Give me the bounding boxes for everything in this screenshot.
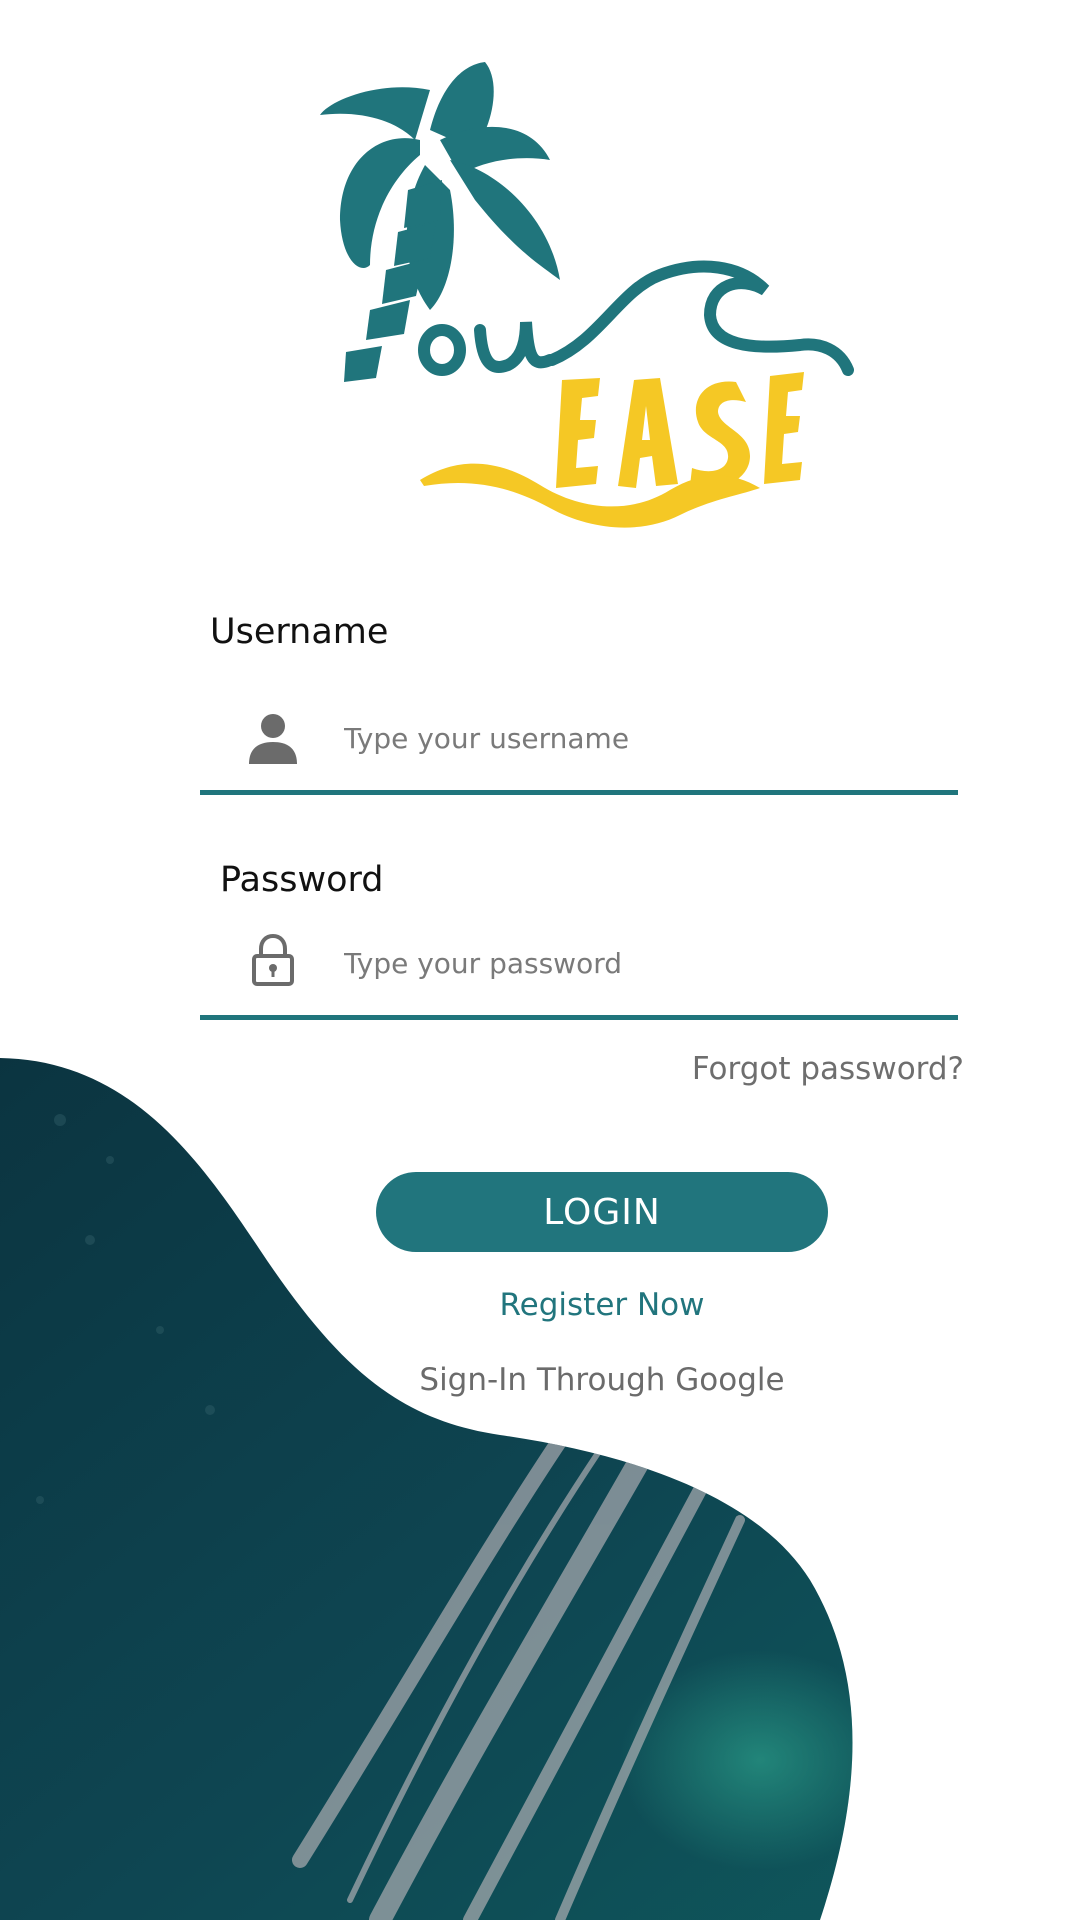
username-input[interactable] xyxy=(344,708,924,768)
user-icon xyxy=(249,714,297,764)
forgot-password-link[interactable]: Forgot password? xyxy=(692,1051,964,1087)
password-field[interactable] xyxy=(200,915,958,1020)
login-screen: Username Password Forgot password? LOGIN… xyxy=(0,0,1080,1920)
lock-icon xyxy=(252,933,294,986)
palm-tree-logo xyxy=(320,62,854,528)
google-signin-link[interactable]: Sign-In Through Google xyxy=(0,1362,1080,1398)
register-now-link[interactable]: Register Now xyxy=(0,1287,1080,1323)
username-label: Username xyxy=(210,612,389,652)
password-input[interactable] xyxy=(344,933,924,993)
password-label: Password xyxy=(220,860,384,900)
username-field[interactable] xyxy=(200,690,958,795)
login-button[interactable]: LOGIN xyxy=(376,1172,828,1252)
